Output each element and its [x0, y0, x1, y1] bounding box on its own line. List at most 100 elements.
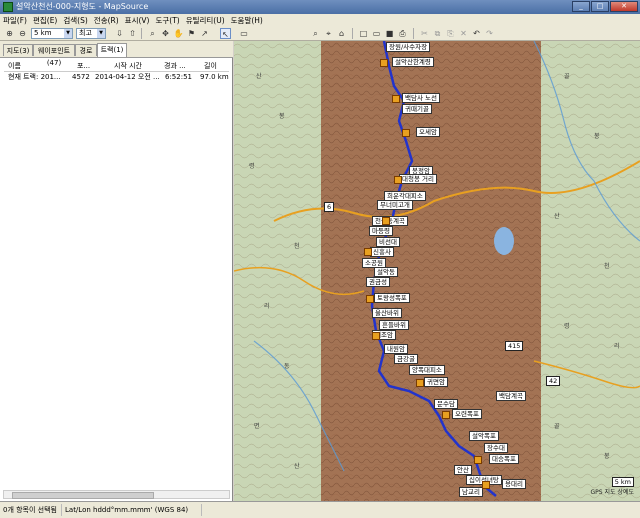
column-name[interactable]: 이름 [8, 61, 21, 71]
menu-view[interactable]: 표시(V) [122, 14, 153, 27]
menu-search[interactable]: 검색(S) [60, 14, 90, 27]
open-file-icon[interactable]: ▭ [371, 28, 382, 39]
waypoint-marker-icon[interactable] [442, 411, 450, 419]
undo-icon[interactable]: ↶ [471, 28, 482, 39]
measure-tool-icon[interactable]: ▭ [237, 28, 251, 39]
column-elapsed[interactable]: 경과 ... [164, 61, 186, 71]
redo-icon[interactable]: ↷ [484, 28, 495, 39]
waypoint-marker-icon[interactable] [474, 456, 482, 464]
waypoint-marker-icon[interactable] [482, 481, 490, 489]
menu-file[interactable]: 파일(F) [0, 14, 30, 27]
map-waypoint-label[interactable]: 권금성 [366, 277, 390, 287]
tab-waypoints[interactable]: 웨이포인트(47) [33, 44, 75, 67]
delete-icon[interactable]: ✕ [458, 28, 469, 39]
find-near-icon[interactable]: ⌖ [323, 28, 334, 39]
menu-utilities[interactable]: 유틸리티(U) [183, 14, 228, 27]
map-waypoint-label[interactable]: 문수담 [434, 399, 458, 409]
detail-select[interactable]: 최고 ▼ [76, 28, 106, 39]
map-waypoint-label[interactable]: 대승폭포 [489, 454, 519, 464]
coordinate-format: Lat/Lon hddd°mm.mmm' (WGS 84) [62, 504, 202, 516]
map-waypoint-label[interactable]: 용대리 [502, 479, 526, 489]
map-waypoint-label[interactable]: 마등령 [369, 226, 393, 236]
map-view[interactable]: 장원/사수자장 설악산한계령 백담사 노선 귀때기골 오세암 봉정암 대청봉 거… [234, 41, 640, 501]
map-waypoint-label[interactable]: 토왕성폭포 [374, 293, 410, 303]
tab-maps[interactable]: 지도(3) [3, 44, 33, 56]
device-receive-icon[interactable]: ⇩ [114, 28, 125, 39]
waypoint-marker-icon[interactable] [372, 332, 380, 340]
new-file-icon[interactable]: □ [358, 28, 369, 39]
map-waypoint-label[interactable]: 무너미고개 [377, 200, 413, 210]
pan-tool-icon[interactable]: ✥ [160, 28, 171, 39]
tab-routes[interactable]: 경로 [75, 44, 97, 56]
place-label: 면 [254, 423, 260, 430]
waypoint-marker-icon[interactable] [416, 379, 424, 387]
zoom-in-icon[interactable]: ⊕ [4, 28, 15, 39]
map-waypoint-label[interactable]: 백담사 노선 [402, 93, 440, 103]
copy-icon[interactable]: ⧉ [432, 28, 443, 39]
scale-select[interactable]: 5 km ▼ [31, 28, 73, 39]
menu-tools[interactable]: 도구(T) [152, 14, 182, 27]
map-waypoint-label[interactable]: 양폭대피소 [409, 365, 445, 375]
find-address-icon[interactable]: ⌂ [336, 28, 347, 39]
column-start-time[interactable]: 시작 시간 [114, 61, 142, 71]
hand-tool-icon[interactable]: ✋ [173, 28, 184, 39]
waypoint-marker-icon[interactable] [392, 95, 400, 103]
paste-icon[interactable]: ⎘ [445, 28, 456, 39]
waypoint-tool-icon[interactable]: ⚑ [186, 28, 197, 39]
find-icon[interactable]: ⌕ [310, 28, 321, 39]
zoom-out-icon[interactable]: ⊖ [17, 28, 28, 39]
waypoint-marker-icon[interactable] [364, 248, 372, 256]
map-waypoint-label[interactable]: 안산 [454, 465, 472, 475]
maximize-button[interactable]: □ [591, 1, 609, 12]
menu-help[interactable]: 도움말(H) [228, 14, 266, 27]
place-label: 산 [554, 213, 560, 220]
map-waypoint-label[interactable]: 금강굴 [394, 354, 418, 364]
map-waypoint-label[interactable]: 흔들바위 [379, 320, 409, 330]
print-icon[interactable]: ⎙ [397, 28, 408, 39]
map-waypoint-label[interactable]: 울산바위 [372, 308, 402, 318]
map-waypoint-label[interactable]: 귀면암 [424, 377, 448, 387]
menu-edit[interactable]: 편집(E) [30, 14, 60, 27]
column-points[interactable]: 포... [77, 61, 90, 71]
map-waypoint-label[interactable]: 장원/사수자장 [386, 42, 431, 52]
route-tool-icon[interactable]: ↗ [199, 28, 210, 39]
waypoint-marker-icon[interactable] [380, 59, 388, 67]
scale-bar-label: 5 km [611, 477, 634, 487]
tab-strip: 지도(3) 웨이포인트(47) 경로 트랙(1) [0, 41, 233, 67]
tab-tracks[interactable]: 트랙(1) [97, 43, 127, 57]
map-waypoint-label[interactable]: 오세암 [416, 127, 440, 137]
map-waypoint-label[interactable]: 설악동 [374, 267, 398, 277]
save-file-icon[interactable]: ■ [384, 28, 395, 39]
map-waypoint-label[interactable]: 백담계곡 [496, 391, 526, 401]
horizontal-scrollbar[interactable] [3, 490, 230, 499]
minimize-button[interactable]: _ [572, 1, 590, 12]
map-waypoint-label[interactable]: 신흥사 [370, 247, 394, 257]
menu-transfer[interactable]: 전송(R) [91, 14, 122, 27]
map-waypoint-label[interactable]: 내원암 [384, 344, 408, 354]
waypoint-marker-icon[interactable] [394, 176, 402, 184]
map-waypoint-label[interactable]: 장수대 [484, 443, 508, 453]
close-button[interactable]: ✕ [610, 1, 638, 12]
map-waypoint-label[interactable]: 남교리 [459, 487, 483, 497]
waypoint-marker-icon[interactable] [382, 217, 390, 225]
zoom-tool-icon[interactable]: ⌕ [147, 28, 158, 39]
road-shield: 6 [324, 202, 335, 212]
map-waypoint-label[interactable]: 대청봉 거리 [399, 174, 437, 184]
select-tool-icon[interactable]: ↖ [220, 28, 231, 39]
map-waypoint-label[interactable]: 설악산한계령 [392, 57, 434, 67]
cut-icon[interactable]: ✂ [419, 28, 430, 39]
map-waypoint-label[interactable]: 오련폭포 [452, 409, 482, 419]
map-waypoint-label[interactable]: 설악폭포 [469, 431, 499, 441]
toolbar: ⊕ ⊖ 5 km ▼ 최고 ▼ ⇩ ⇧ ⌕ ✥ ✋ ⚑ ↗ ↖ ▭ ⌕ ⌖ ⌂ □ … [0, 27, 640, 41]
place-label: 천 [604, 263, 610, 270]
scrollbar-thumb[interactable] [12, 492, 154, 499]
waypoint-marker-icon[interactable] [366, 295, 374, 303]
device-send-icon[interactable]: ⇧ [127, 28, 138, 39]
place-label: 봉 [594, 133, 600, 140]
toolbar-divider [413, 28, 414, 39]
table-row[interactable]: 현재 트랙: 201... 4572 2014-04-12 오전 ... 6:5… [4, 72, 229, 82]
map-waypoint-label[interactable]: 비선대 [376, 237, 400, 247]
map-waypoint-label[interactable]: 귀때기골 [402, 104, 432, 114]
column-length[interactable]: 길이 [204, 61, 217, 71]
waypoint-marker-icon[interactable] [402, 129, 410, 137]
